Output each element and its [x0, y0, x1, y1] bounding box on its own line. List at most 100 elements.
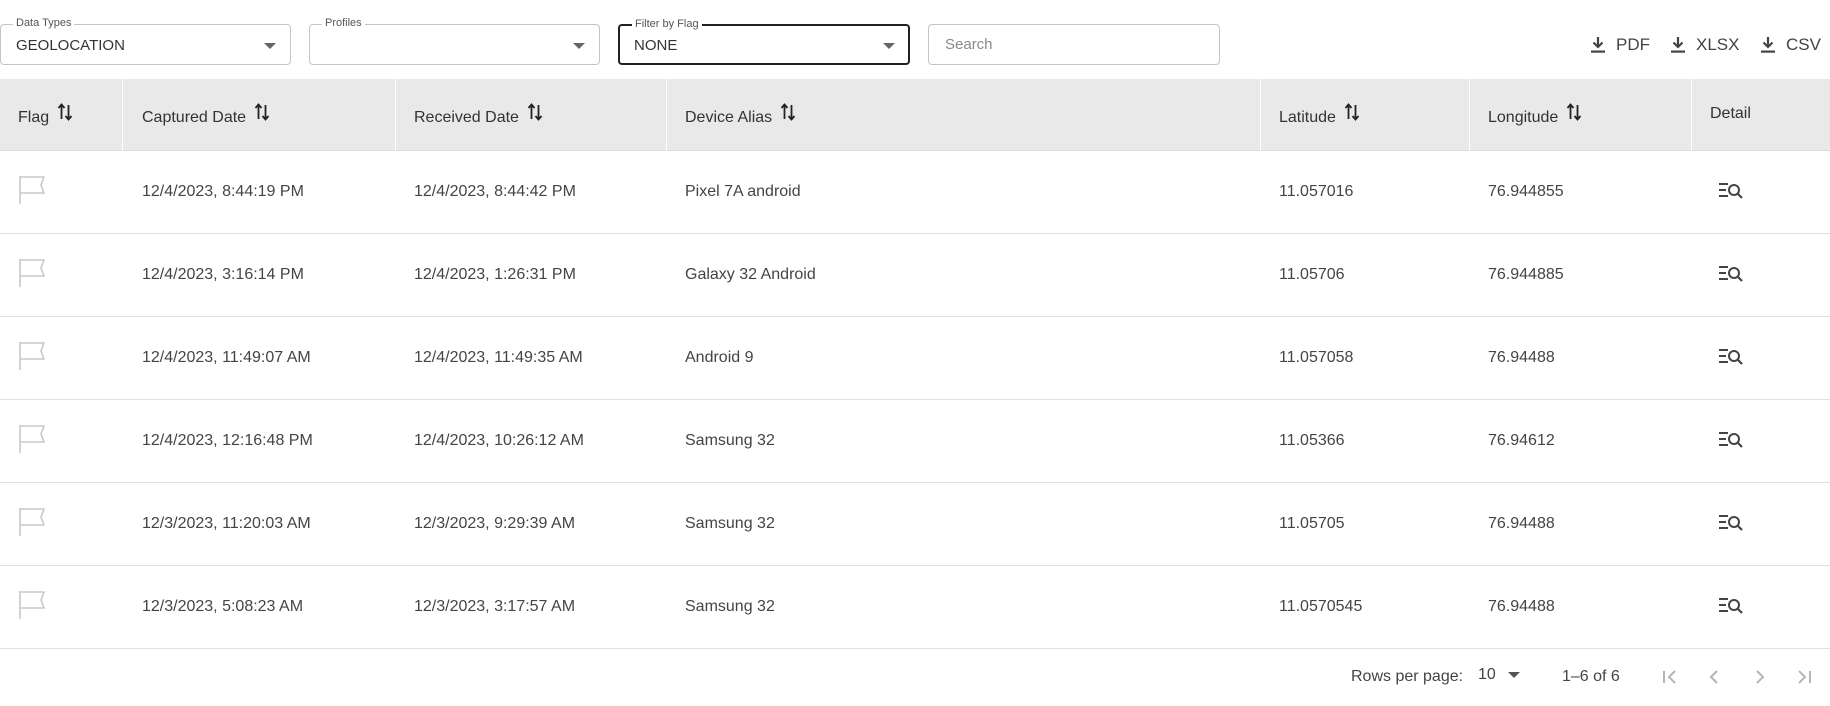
sort-icon[interactable] [1566, 102, 1582, 122]
column-header-device-alias: Device Alias [667, 79, 1261, 151]
sort-icon[interactable] [780, 102, 796, 122]
cell-received-date: 12/4/2023, 10:26:12 AM [414, 432, 584, 449]
chevron-down-icon [264, 43, 276, 49]
export-xlsx-label: XLSX [1696, 35, 1740, 54]
chevron-down-icon [1507, 672, 1520, 678]
table-row: 12/3/2023, 11:20:03 AM 12/3/2023, 9:29:3… [0, 483, 1830, 566]
cell-device-alias: Samsung 32 [685, 432, 775, 449]
cell-captured-date: 12/4/2023, 3:16:14 PM [142, 266, 304, 283]
column-label-received-date: Received Date [414, 109, 519, 126]
view-detail-icon[interactable] [1718, 181, 1744, 204]
column-header-flag: Flag [0, 79, 123, 151]
cell-captured-date: 12/4/2023, 8:44:19 PM [142, 183, 304, 200]
column-label-longitude: Longitude [1488, 109, 1559, 126]
previous-page-icon[interactable] [1704, 667, 1724, 692]
flag-filter-label: Filter by Flag [632, 17, 702, 31]
cell-device-alias: Samsung 32 [685, 515, 775, 532]
sort-icon[interactable] [527, 102, 543, 122]
chevron-down-icon [883, 43, 895, 49]
table-header: Flag Captured Date Received Date Device … [0, 79, 1830, 151]
export-xlsx-button[interactable]: XLSX [1670, 35, 1739, 55]
cell-longitude: 76.94488 [1488, 515, 1555, 532]
download-icon [1761, 37, 1775, 53]
view-detail-icon[interactable] [1718, 347, 1744, 370]
search-field[interactable] [928, 24, 1220, 65]
cell-latitude: 11.0570545 [1279, 598, 1363, 615]
rows-per-page-label: Rows per page: [1351, 668, 1464, 685]
cell-longitude: 76.94612 [1488, 432, 1555, 449]
flag-icon[interactable] [18, 341, 46, 376]
cell-longitude: 76.94488 [1488, 598, 1555, 615]
flag-icon[interactable] [18, 175, 46, 210]
sort-icon[interactable] [57, 102, 73, 122]
table-row: 12/3/2023, 5:08:23 AM 12/3/2023, 3:17:57… [0, 566, 1830, 649]
download-icon [1671, 37, 1685, 53]
table-row: 12/4/2023, 12:16:48 PM 12/4/2023, 10:26:… [0, 400, 1830, 483]
column-header-captured-date: Captured Date [123, 79, 396, 151]
column-label-device-alias: Device Alias [685, 109, 773, 126]
export-pdf-label: PDF [1616, 35, 1650, 54]
view-detail-icon[interactable] [1718, 264, 1744, 287]
cell-latitude: 11.05366 [1279, 432, 1345, 449]
column-header-longitude: Longitude [1470, 79, 1692, 151]
export-csv-label: CSV [1786, 35, 1821, 54]
flag-icon[interactable] [18, 424, 46, 459]
search-input[interactable] [929, 25, 1219, 64]
sort-icon[interactable] [254, 102, 270, 122]
export-csv-button[interactable]: CSV [1760, 35, 1821, 55]
cell-device-alias: Pixel 7A android [685, 183, 801, 200]
column-label-detail: Detail [1710, 105, 1751, 122]
view-detail-icon[interactable] [1718, 513, 1744, 536]
flag-icon[interactable] [18, 258, 46, 293]
column-header-detail: Detail [1692, 79, 1830, 151]
data-types-label: Data Types [13, 16, 75, 30]
profiles-label: Profiles [322, 16, 365, 30]
cell-captured-date: 12/4/2023, 11:49:07 AM [142, 349, 311, 366]
rows-per-page-select[interactable]: 10 [1478, 666, 1520, 684]
column-header-received-date: Received Date [396, 79, 667, 151]
next-page-icon[interactable] [1750, 667, 1770, 692]
column-header-latitude: Latitude [1261, 79, 1470, 151]
profiles-select[interactable]: Profiles [309, 16, 600, 65]
chevron-down-icon [573, 43, 585, 49]
cell-latitude: 11.05705 [1279, 515, 1345, 532]
cell-longitude: 76.94488 [1488, 349, 1555, 366]
table-row: 12/4/2023, 8:44:19 PM 12/4/2023, 8:44:42… [0, 151, 1830, 234]
cell-longitude: 76.944885 [1488, 266, 1564, 283]
view-detail-icon[interactable] [1718, 596, 1744, 619]
cell-device-alias: Galaxy 32 Android [685, 266, 816, 283]
cell-latitude: 11.057016 [1279, 183, 1354, 200]
data-types-value: GEOLOCATION [16, 37, 125, 54]
rows-per-page-value: 10 [1478, 666, 1496, 683]
sort-icon[interactable] [1344, 102, 1360, 122]
cell-device-alias: Samsung 32 [685, 598, 775, 615]
view-detail-icon[interactable] [1718, 430, 1744, 453]
download-icon [1591, 37, 1605, 53]
last-page-icon[interactable] [1794, 667, 1814, 692]
pagination-range: 1–6 of 6 [1562, 668, 1620, 685]
cell-received-date: 12/4/2023, 11:49:35 AM [414, 349, 583, 366]
cell-received-date: 12/3/2023, 3:17:57 AM [414, 598, 576, 615]
cell-captured-date: 12/4/2023, 12:16:48 PM [142, 432, 313, 449]
cell-received-date: 12/4/2023, 8:44:42 PM [414, 183, 576, 200]
cell-captured-date: 12/3/2023, 5:08:23 AM [142, 598, 304, 615]
flag-icon[interactable] [18, 590, 46, 625]
column-label-captured-date: Captured Date [142, 109, 247, 126]
first-page-icon[interactable] [1660, 667, 1680, 692]
table-row: 12/4/2023, 3:16:14 PM 12/4/2023, 1:26:31… [0, 234, 1830, 317]
column-label-latitude: Latitude [1279, 109, 1336, 126]
cell-captured-date: 12/3/2023, 11:20:03 AM [142, 515, 311, 532]
data-types-select[interactable]: Data Types GEOLOCATION [0, 16, 291, 65]
cell-longitude: 76.944855 [1488, 183, 1564, 200]
flag-filter-select[interactable]: Filter by Flag NONE [618, 17, 910, 65]
column-label-flag: Flag [18, 109, 50, 126]
flag-icon[interactable] [18, 507, 46, 542]
cell-received-date: 12/4/2023, 1:26:31 PM [414, 266, 576, 283]
cell-device-alias: Android 9 [685, 349, 754, 366]
table-row: 12/4/2023, 11:49:07 AM 12/4/2023, 11:49:… [0, 317, 1830, 400]
export-pdf-button[interactable]: PDF [1590, 35, 1650, 55]
cell-latitude: 11.05706 [1279, 266, 1345, 283]
cell-received-date: 12/3/2023, 9:29:39 AM [414, 515, 576, 532]
flag-filter-value: NONE [634, 37, 678, 54]
cell-latitude: 11.057058 [1279, 349, 1354, 366]
